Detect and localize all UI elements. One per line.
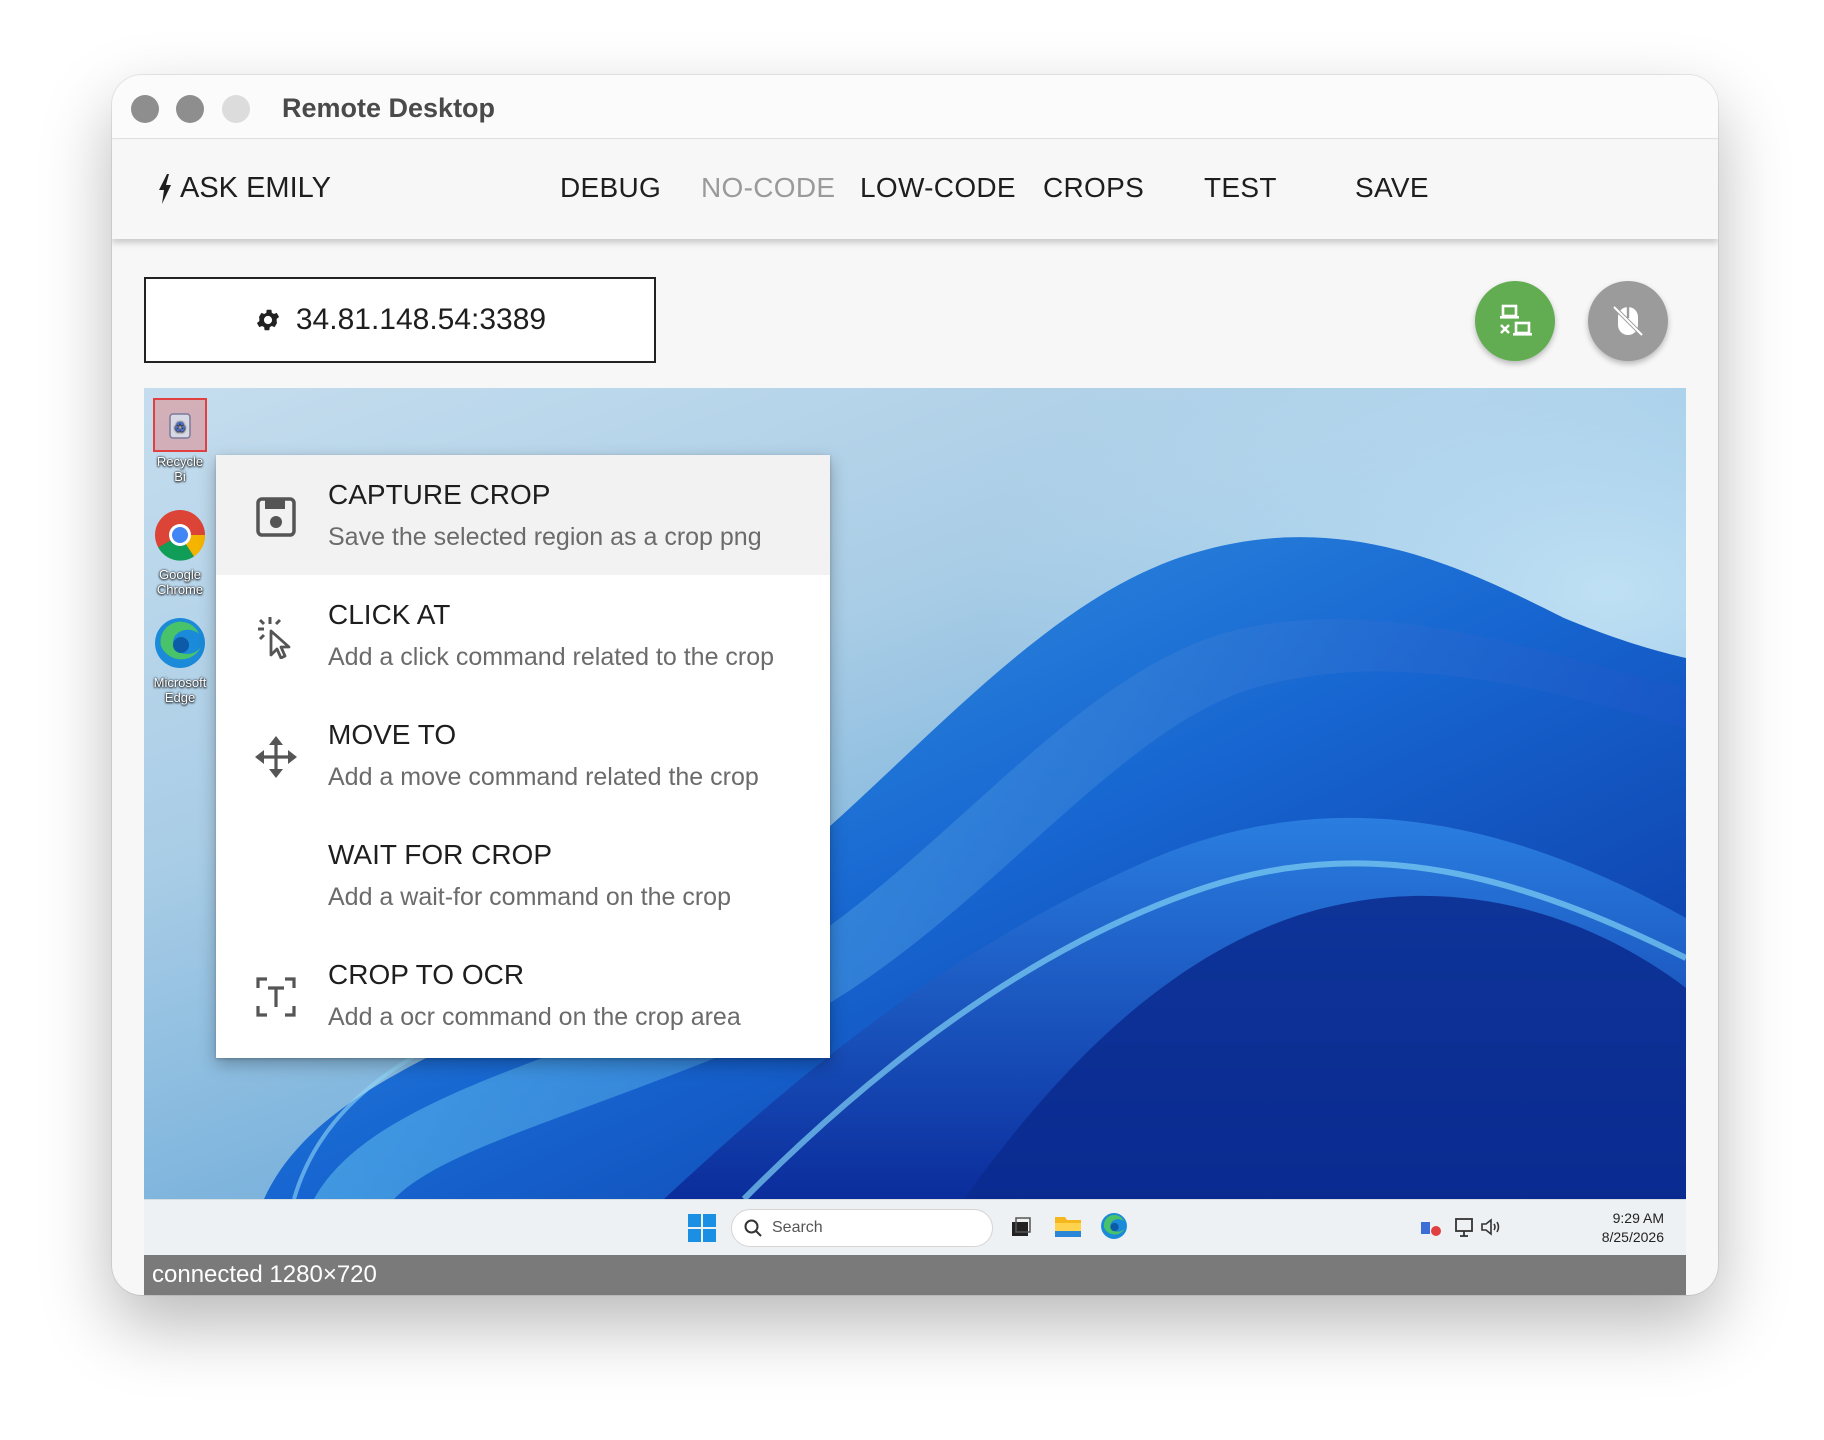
click-icon bbox=[258, 617, 291, 659]
connection-status-bar: connected 1280×720 bbox=[144, 1255, 1686, 1295]
save-icon bbox=[256, 497, 296, 537]
clock-time: 9:29 AM bbox=[1612, 1210, 1664, 1226]
taskbar-search-box[interactable]: Search bbox=[731, 1209, 993, 1247]
window-title: Remote Desktop bbox=[282, 93, 496, 123]
menu-item-description: Add a move command related the crop bbox=[328, 763, 759, 791]
nav-debug[interactable]: DEBUG bbox=[560, 172, 661, 204]
remote-connect-button[interactable] bbox=[1475, 281, 1555, 361]
taskbar-search-placeholder: Search bbox=[772, 1219, 823, 1236]
connection-status-text: connected 1280×720 bbox=[152, 1261, 377, 1288]
desktop-icon-label: Microsoft Edge bbox=[153, 675, 207, 705]
crop-context-menu: CAPTURE CROP Save the selected region as… bbox=[216, 455, 830, 1058]
volume-icon[interactable] bbox=[1480, 1217, 1502, 1237]
network-tray-icon[interactable] bbox=[1420, 1218, 1442, 1238]
nav-crops[interactable]: CROPS bbox=[1043, 172, 1144, 204]
mouse-off-icon bbox=[1612, 305, 1644, 337]
nav-save[interactable]: SAVE bbox=[1355, 172, 1429, 204]
zoom-window-button[interactable] bbox=[222, 95, 250, 123]
search-icon bbox=[744, 1219, 762, 1237]
menu-item-label: WAIT FOR CROP bbox=[328, 839, 552, 870]
desktop-icon-recycle-bin[interactable]: ♻ Recycle Bi bbox=[150, 398, 210, 484]
close-window-button[interactable] bbox=[131, 95, 159, 123]
ask-emily-label: ASK EMILY bbox=[180, 172, 331, 204]
menu-item-label: MOVE TO bbox=[328, 719, 457, 750]
nav-no-code: NO-CODE bbox=[701, 172, 836, 203]
windows-taskbar: Search 9:29 AM 8/25/2026 bbox=[144, 1199, 1686, 1255]
move-icon bbox=[255, 736, 297, 778]
mouse-toggle-button[interactable] bbox=[1588, 281, 1668, 361]
windows-start-icon[interactable] bbox=[688, 1214, 716, 1242]
file-explorer-icon[interactable] bbox=[1054, 1213, 1082, 1239]
menu-item-label: CAPTURE CROP bbox=[328, 479, 551, 510]
menu-item-description: Add a wait-for command on the crop bbox=[328, 883, 731, 911]
nav-low-code[interactable]: LOW-CODE bbox=[860, 172, 1016, 204]
menu-item-crop-to-ocr[interactable]: CROP TO OCR Add a ocr command on the cro… bbox=[216, 935, 830, 1055]
title-bar: Remote Desktop bbox=[112, 75, 1718, 139]
remote-connect-icon bbox=[1500, 304, 1532, 336]
remote-desktop-window: Remote Desktop ASK EMILY DEBUG NO-CODE L… bbox=[112, 75, 1718, 1295]
ask-emily-button[interactable]: ASK EMILY bbox=[158, 172, 331, 205]
menu-item-description: Add a click command related to the crop bbox=[328, 643, 775, 671]
minimize-window-button[interactable] bbox=[176, 95, 204, 123]
chrome-icon bbox=[155, 510, 206, 561]
menu-item-label: CLICK AT bbox=[328, 599, 451, 630]
desktop-icon-chrome[interactable]: Google Chrome bbox=[150, 508, 210, 597]
taskbar-clock[interactable]: 9:29 AM 8/25/2026 bbox=[1602, 1209, 1664, 1247]
menu-item-description: Add a ocr command on the crop area bbox=[328, 1003, 741, 1031]
gear-icon bbox=[256, 309, 279, 331]
host-selector-button[interactable]: 34.81.148.54:3389 bbox=[144, 277, 656, 363]
edge-icon bbox=[155, 618, 205, 668]
task-view-icon[interactable] bbox=[1010, 1216, 1032, 1238]
desktop-icon-label: Google Chrome bbox=[156, 567, 204, 597]
menu-item-description: Save the selected region as a crop png bbox=[328, 523, 762, 551]
menu-item-label: CROP TO OCR bbox=[328, 959, 525, 990]
clock-date: 8/25/2026 bbox=[1601, 1229, 1664, 1245]
desktop-icon-edge[interactable]: Microsoft Edge bbox=[150, 616, 210, 705]
desktop-icon-label: Recycle Bi bbox=[156, 454, 204, 484]
bolt-icon bbox=[159, 173, 171, 204]
menu-item-click-at[interactable]: CLICK AT Add a click command related to … bbox=[216, 575, 830, 695]
nav-test[interactable]: TEST bbox=[1204, 172, 1277, 204]
menu-item-wait-for-crop[interactable]: WAIT FOR CROP Add a wait-for command on … bbox=[216, 815, 830, 935]
svg-text:♻: ♻ bbox=[174, 420, 187, 436]
menu-item-capture-crop[interactable]: CAPTURE CROP Save the selected region as… bbox=[216, 455, 830, 575]
menu-item-move-to[interactable]: MOVE TO Add a move command related the c… bbox=[216, 695, 830, 815]
display-tray-icon[interactable] bbox=[1454, 1216, 1476, 1238]
edge-taskbar-icon[interactable] bbox=[1100, 1212, 1128, 1240]
top-toolbar: ASK EMILY DEBUG NO-CODE LOW-CODE CROPS T… bbox=[112, 140, 1718, 239]
host-address: 34.81.148.54:3389 bbox=[295, 303, 547, 336]
recycle-bin-icon: ♻ bbox=[153, 398, 207, 452]
ocr-icon bbox=[256, 977, 296, 1017]
